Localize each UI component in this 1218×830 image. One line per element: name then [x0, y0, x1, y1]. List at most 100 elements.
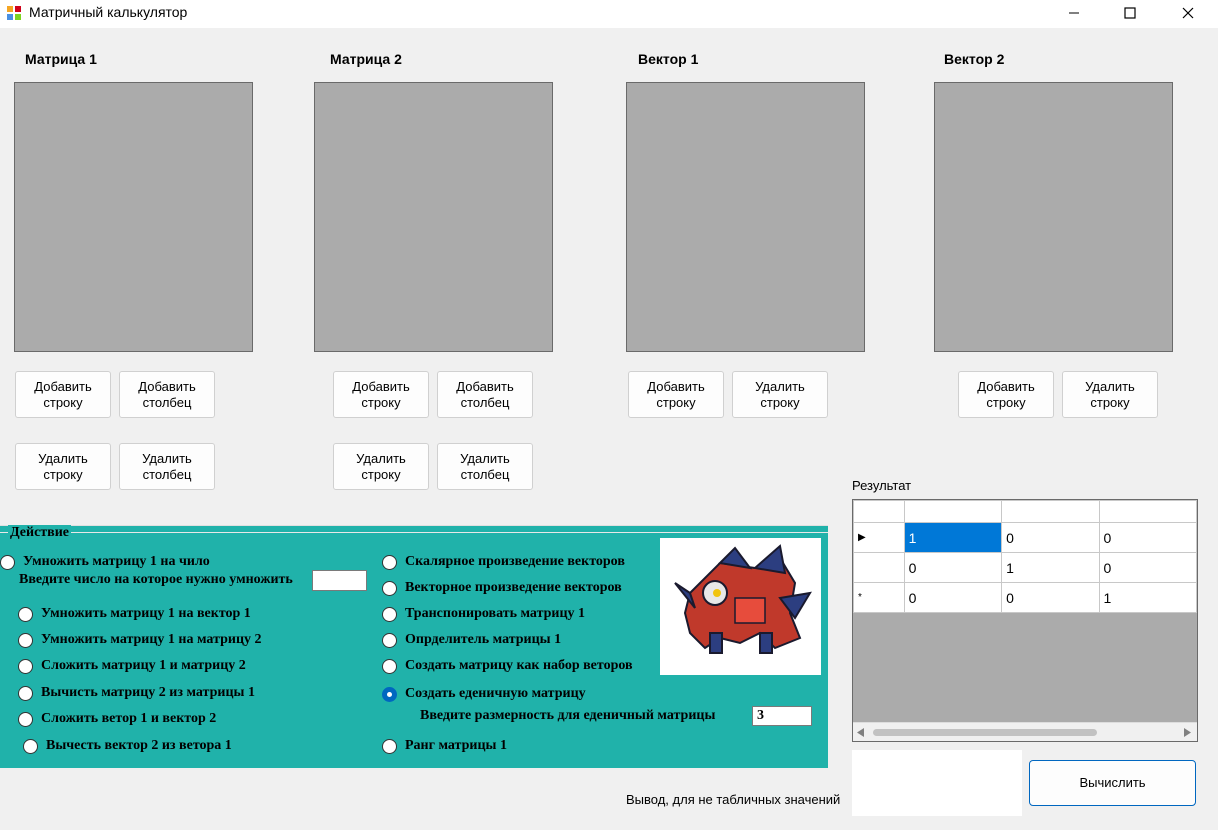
table-cell-selected[interactable]: 1	[903, 522, 1003, 553]
window-title: Матричный калькулятор	[29, 4, 188, 20]
table-row: ▶ 1 0 0	[853, 522, 1197, 553]
radio-circle	[23, 738, 38, 754]
radio-circle	[382, 738, 397, 754]
matrix2-del-col-button[interactable]: Удалить столбец	[437, 443, 533, 490]
creature-illustration	[660, 538, 821, 675]
vector2-label: Вектор 2	[944, 51, 1005, 67]
radio-circle	[0, 554, 15, 570]
table-cell[interactable]: 0	[1001, 522, 1100, 553]
radio-label: Умножить матрицу 1 на вектор 1	[41, 606, 251, 621]
column-header[interactable]	[1098, 500, 1197, 523]
radio-circle	[382, 658, 397, 674]
matrix1-add-col-button[interactable]: Добавить столбец	[119, 371, 215, 418]
scrollbar-thumb[interactable]	[873, 729, 1097, 736]
radio-right-option[interactable]: Скалярное произведение векторов	[382, 554, 625, 570]
radio-right-option[interactable]: Опрделитель матрицы 1	[382, 632, 561, 648]
row-header[interactable]	[853, 552, 905, 583]
number-input[interactable]	[312, 570, 367, 591]
radio-label: Опрделитель матрицы 1	[405, 632, 562, 647]
result-table: ▶ 1 0 0 0 1 0 * 0 0 1	[853, 500, 1197, 613]
radio-label: Вычисть матрицу 2 из матрицы 1	[41, 685, 255, 700]
radio-label: Умножить матрицу 1 на чило	[23, 554, 210, 569]
result-header-row	[853, 500, 1197, 523]
result-grid[interactable]: ▶ 1 0 0 0 1 0 * 0 0 1	[852, 499, 1198, 742]
radio-circle	[18, 632, 33, 648]
radio-label: Создать матрицу как набор веторов	[405, 658, 633, 673]
table-cell[interactable]: 0	[1098, 522, 1197, 553]
minimize-icon	[1069, 12, 1079, 14]
compute-button[interactable]: Вычислить	[1029, 760, 1196, 806]
radio-circle	[382, 580, 397, 596]
radio-circle	[18, 685, 33, 701]
radio-label: Транспонировать матрицу 1	[405, 606, 586, 621]
app-icon	[6, 5, 22, 21]
size-input[interactable]: 3	[752, 706, 812, 726]
radio-label: Вычесть вектор 2 из ветора 1	[46, 738, 232, 753]
matrix1-del-row-button[interactable]: Удалить строку	[15, 443, 111, 490]
radio-left-option[interactable]: Сложить ветор 1 и вектор 2	[18, 711, 216, 727]
maximize-button[interactable]	[1102, 0, 1158, 26]
radio-left-option[interactable]: Сложить матрицу 1 и матрицу 2	[18, 658, 246, 674]
radio-label: Сложить матрицу 1 и матрицу 2	[41, 658, 246, 673]
scroll-left-icon[interactable]	[857, 728, 865, 737]
row-header[interactable]: ▶	[853, 522, 905, 553]
table-cell[interactable]: 1	[1098, 582, 1197, 613]
number-prompt: Введите число на которое нужно умножить	[19, 572, 293, 587]
output-field[interactable]	[852, 750, 1022, 816]
vector1-label: Вектор 1	[638, 51, 699, 67]
radio-label: Скалярное произведение векторов	[405, 554, 625, 569]
horizontal-scrollbar[interactable]	[853, 722, 1197, 741]
matrix2-label: Матрица 2	[330, 51, 402, 67]
matrix2-add-col-button[interactable]: Добавить столбец	[437, 371, 533, 418]
matrix1-del-col-button[interactable]: Удалить столбец	[119, 443, 215, 490]
radio-label: Создать еденичную матрицу	[405, 686, 586, 701]
title-bar: Матричный калькулятор	[0, 0, 1218, 28]
row-header[interactable]: *	[853, 582, 905, 613]
table-cell[interactable]: 0	[1098, 552, 1197, 583]
matrix1-add-row-button[interactable]: Добавить строку	[15, 371, 111, 418]
radio-right-option[interactable]: Векторное произведение векторов	[382, 580, 622, 596]
matrix2-grid[interactable]	[314, 82, 553, 352]
size-prompt: Введите размерность для еденичный матриц…	[420, 708, 716, 723]
radio-multiply-by-number[interactable]: Умножить матрицу 1 на чило	[0, 554, 210, 570]
action-legend: Действие	[8, 525, 72, 541]
radio-left-option[interactable]: Вычесть вектор 2 из ветора 1	[23, 738, 232, 754]
radio-left-option[interactable]: Умножить матрицу 1 на матрицу 2	[18, 632, 262, 648]
radio-label: Векторное произведение векторов	[405, 580, 622, 595]
minimize-button[interactable]	[1046, 0, 1102, 26]
corner-header	[853, 500, 905, 523]
vector1-grid[interactable]	[626, 82, 865, 352]
close-icon	[1182, 7, 1194, 19]
radio-circle	[382, 606, 397, 622]
radio-left-option[interactable]: Умножить матрицу 1 на вектор 1	[18, 606, 251, 622]
table-cell[interactable]: 1	[1001, 552, 1100, 583]
matrix1-grid[interactable]	[14, 82, 253, 352]
vector2-grid[interactable]	[934, 82, 1173, 352]
vector1-add-row-button[interactable]: Добавить строку	[628, 371, 724, 418]
matrix2-del-row-button[interactable]: Удалить строку	[333, 443, 429, 490]
radio-label: Сложить ветор 1 и вектор 2	[41, 711, 217, 726]
close-button[interactable]	[1160, 0, 1216, 26]
table-cell[interactable]: 0	[903, 552, 1003, 583]
result-label: Результат	[852, 478, 912, 493]
scroll-right-icon[interactable]	[1183, 728, 1191, 737]
radio-right-option[interactable]: Транспонировать матрицу 1	[382, 606, 585, 622]
vector2-add-row-button[interactable]: Добавить строку	[958, 371, 1054, 418]
radio-label: Ранг матрицы 1	[405, 738, 507, 753]
radio-circle	[382, 554, 397, 570]
table-row: 0 1 0	[853, 552, 1197, 583]
vector1-del-row-button[interactable]: Удалить строку	[732, 371, 828, 418]
radio-right-option[interactable]: Создать матрицу как набор веторов	[382, 658, 633, 674]
column-header[interactable]	[903, 500, 1003, 523]
action-groupbox: Действие Умножить матрицу 1 на чило Введ…	[0, 525, 828, 768]
vector2-del-row-button[interactable]: Удалить строку	[1062, 371, 1158, 418]
column-header[interactable]	[1001, 500, 1100, 523]
radio-right-option[interactable]: Ранг матрицы 1	[382, 738, 507, 754]
matrix2-add-row-button[interactable]: Добавить строку	[333, 371, 429, 418]
table-cell[interactable]: 0	[1001, 582, 1100, 613]
radio-left-option[interactable]: Вычисть матрицу 2 из матрицы 1	[18, 685, 255, 701]
radio-identity-matrix[interactable]: Создать еденичную матрицу	[382, 686, 586, 702]
table-cell[interactable]: 0	[903, 582, 1003, 613]
pokemon-picture	[660, 538, 821, 675]
radio-circle	[18, 711, 33, 727]
